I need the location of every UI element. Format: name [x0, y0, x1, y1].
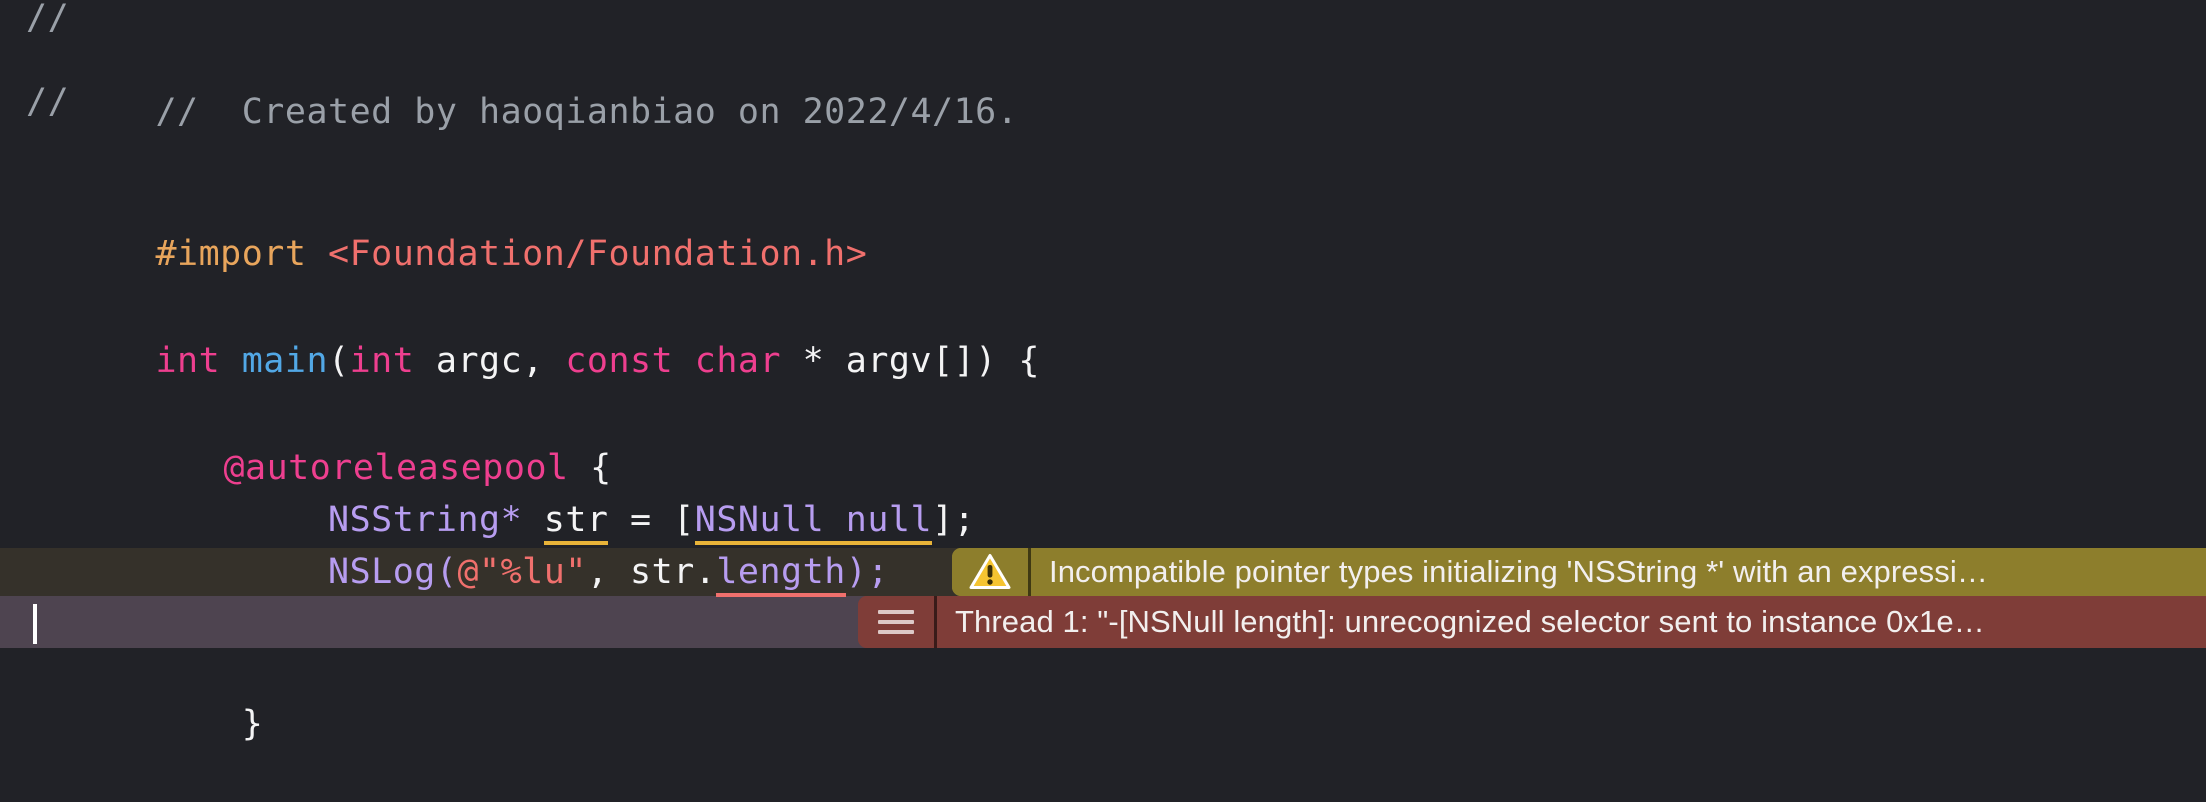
comment-slashes: // — [155, 92, 199, 132]
warning-triangle-icon[interactable] — [952, 548, 1028, 596]
code-line-main-signature[interactable]: int main(int argc, const char * argv[]) … — [0, 283, 2206, 381]
variable-str: str — [630, 552, 695, 592]
keyword-int: int — [155, 341, 221, 381]
format-string-literal: @"%lu" — [457, 552, 587, 592]
code-line-import[interactable]: #import <Foundation/Foundation.h> — [0, 176, 2206, 274]
function-nslog: NSLog — [328, 552, 436, 592]
main-function-signature: int main(int argc, const char * argv[]) … — [26, 283, 1040, 381]
dot-operator: . — [694, 552, 717, 592]
statement-close: ]; — [932, 500, 976, 540]
property-length: length — [716, 552, 846, 597]
code-line-autoreleasepool[interactable]: @autoreleasepool { — [0, 390, 2206, 488]
function-name-main: main — [241, 341, 329, 381]
import-statement: #import <Foundation/Foundation.h> — [26, 176, 867, 274]
hamburger-menu-icon[interactable] — [858, 596, 934, 648]
code-line-closing-brace[interactable]: } — [0, 646, 2206, 744]
warning-diagnostic-badge[interactable]: Incompatible pointer types initializing … — [952, 548, 2206, 596]
code-editor-canvas[interactable]: // // Created by haoqianbiao on 2022/4/1… — [0, 0, 2206, 752]
paren-open: ( — [328, 341, 350, 381]
code-line-nslog[interactable]: NSLog(@"%lu", str.length); — [0, 494, 2206, 597]
param-argv: * argv[]) { — [781, 341, 1040, 381]
comment-body: Created by haoqianbiao on 2022/4/16. — [198, 92, 1019, 132]
import-header-path: <Foundation/Foundation.h> — [306, 234, 868, 274]
import-keyword: #import — [155, 234, 307, 274]
comma: , — [522, 341, 566, 381]
keyword-char: char — [694, 341, 782, 381]
warning-message-text: Incompatible pointer types initializing … — [1049, 554, 1988, 589]
comment-created-by: // Created by haoqianbiao on 2022/4/16. — [26, 34, 1018, 132]
error-diagnostic-badge[interactable]: Thread 1: "-[NSNull length]: unrecognize… — [858, 596, 2206, 648]
code-line-nsstring-declaration[interactable]: NSString* str = [NSNull null]; — [0, 442, 2206, 545]
brace-close: } — [241, 704, 264, 744]
text-cursor — [33, 604, 37, 644]
autoreleasepool-statement: @autoreleasepool { — [94, 390, 612, 488]
comma: , — [586, 552, 631, 592]
nsstring-declaration: NSString* str = [NSNull null]; — [26, 442, 975, 545]
comment-slashes: // — [26, 82, 70, 122]
nslog-statement: NSLog(@"%lu", str.length); — [26, 494, 889, 597]
statement-close: ); — [845, 552, 889, 592]
keyword-int-argc: int — [349, 341, 415, 381]
paren-open: ( — [435, 552, 458, 592]
keyword-const: const — [565, 341, 674, 381]
param-argc: argc — [414, 341, 523, 381]
closing-brace-statement: } — [26, 646, 263, 744]
error-message-text: Thread 1: "-[NSNull length]: unrecognize… — [955, 604, 1985, 639]
